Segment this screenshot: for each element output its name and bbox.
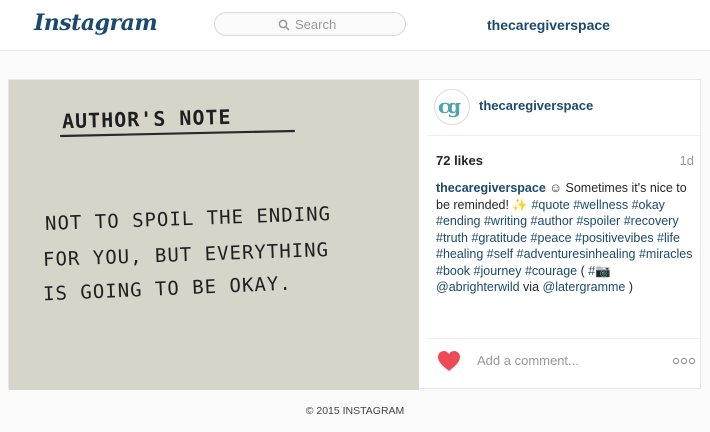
hashtag-link[interactable]: #truth — [436, 231, 468, 245]
likes-count[interactable]: 72 likes — [436, 153, 483, 168]
hashtag-link[interactable]: #okay — [632, 198, 665, 212]
search-input[interactable] — [295, 16, 395, 33]
heart-icon[interactable] — [437, 350, 461, 372]
hashtag-link[interactable]: #journey — [474, 264, 522, 278]
hashtag-link[interactable]: #📷 — [588, 264, 611, 278]
divider — [427, 338, 702, 339]
post-age[interactable]: 1d — [680, 153, 694, 168]
hashtag-link[interactable]: #adventuresinhealing — [517, 247, 636, 261]
hashtag-link[interactable]: #positivevibes — [575, 231, 654, 245]
top-navigation-bar: Instagram thecaregiverspace — [0, 0, 710, 51]
post-author-link[interactable]: thecaregiverspace — [479, 98, 593, 113]
avatar[interactable]: cg — [434, 89, 470, 125]
hashtag-link[interactable]: #ending — [436, 214, 481, 228]
search-box[interactable] — [214, 12, 406, 36]
hashtag-link[interactable]: #quote — [531, 198, 569, 212]
hashtag-link[interactable]: #wellness — [573, 198, 628, 212]
caption-paren: ) — [625, 280, 633, 294]
hashtag-link[interactable]: #life — [657, 231, 680, 245]
hashtag-link[interactable]: #book — [436, 264, 470, 278]
hashtag-link[interactable]: #recovery — [624, 214, 679, 228]
caption-author-link[interactable]: thecaregiverspace — [436, 181, 546, 195]
comment-input[interactable] — [477, 351, 627, 369]
mention-link[interactable]: @latergramme — [543, 280, 626, 294]
caption-via: via — [519, 280, 543, 294]
hashtag-link[interactable]: #author — [531, 214, 573, 228]
instagram-logo[interactable]: Instagram — [34, 10, 158, 36]
post-image: AUTHOR'S NOTE NOT TO SPOIL THE ENDING FO… — [9, 80, 419, 390]
more-options-icon[interactable] — [672, 356, 696, 366]
profile-link[interactable]: thecaregiverspace — [487, 17, 610, 33]
hashtag-link[interactable]: #peace — [531, 231, 572, 245]
post-card: AUTHOR'S NOTE NOT TO SPOIL THE ENDING FO… — [8, 79, 702, 390]
hashtag-link[interactable]: #writing — [484, 214, 527, 228]
hashtag-link[interactable]: #self — [487, 247, 513, 261]
hashtag-link[interactable]: #gratitude — [471, 231, 527, 245]
hashtag-link[interactable]: #miracles — [639, 247, 693, 261]
post-details-panel: cg thecaregiverspace 72 likes 1d thecare… — [427, 80, 702, 390]
note-title: AUTHOR'S NOTE — [61, 104, 232, 134]
footer-copyright: © 2015 INSTAGRAM — [305, 405, 405, 417]
post-caption: thecaregiverspace ☺ Sometimes it's nice … — [436, 180, 694, 296]
avatar-logo: cg — [438, 94, 461, 118]
mention-link[interactable]: @abrighterwild — [436, 280, 520, 294]
hashtag-link[interactable]: #courage — [525, 264, 577, 278]
hashtag-link[interactable]: #healing — [436, 247, 483, 261]
divider — [427, 135, 702, 136]
hashtag-link[interactable]: #spoiler — [576, 214, 620, 228]
caption-paren: ( — [577, 263, 589, 278]
search-icon — [278, 19, 290, 31]
